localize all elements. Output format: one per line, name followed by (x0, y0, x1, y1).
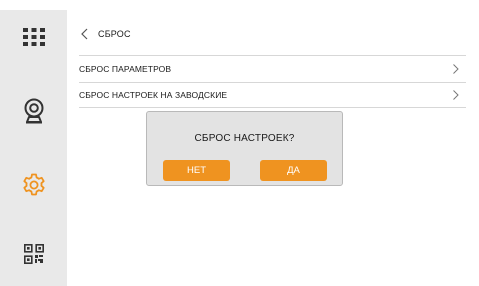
webcam-icon[interactable] (0, 98, 67, 124)
qr-code-icon[interactable] (0, 244, 67, 264)
chevron-right-icon (453, 90, 459, 100)
chevron-left-icon[interactable] (78, 27, 92, 41)
apps-grid-icon[interactable] (0, 28, 67, 46)
settings-gear-icon[interactable] (0, 173, 67, 197)
yes-button[interactable]: ДА (260, 160, 327, 181)
menu-item-reset-parameters[interactable]: СБРОС ПАРАМЕТРОВ (79, 55, 466, 81)
menu-item-label: СБРОС НАСТРОЕК НА ЗАВОДСКИЕ (79, 90, 228, 100)
page-title: СБРОС (98, 29, 131, 39)
reset-confirm-dialog: СБРОС НАСТРОЕК? НЕТ ДА (146, 111, 343, 186)
no-button[interactable]: НЕТ (163, 160, 230, 181)
menu-item-factory-reset[interactable]: СБРОС НАСТРОЕК НА ЗАВОДСКИЕ (79, 82, 466, 108)
dialog-title: СБРОС НАСТРОЕК? (194, 133, 295, 144)
sidebar (0, 10, 67, 286)
chevron-right-icon (453, 63, 459, 74)
header: СБРОС (78, 22, 131, 46)
menu-item-label: СБРОС ПАРАМЕТРОВ (79, 63, 172, 74)
